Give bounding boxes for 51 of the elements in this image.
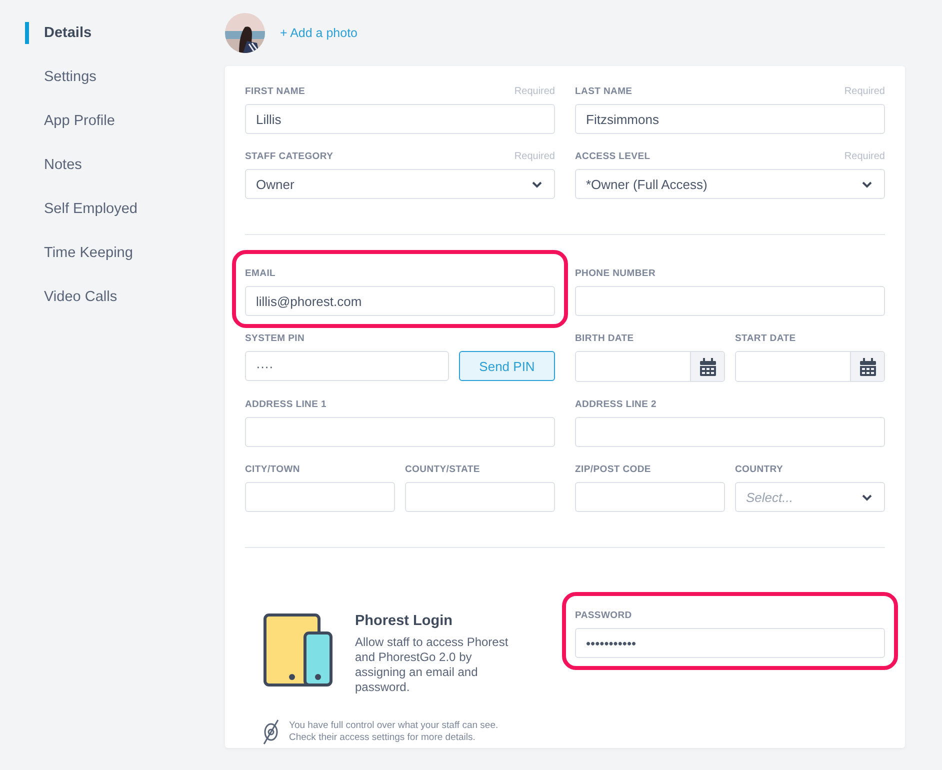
field-label: PHONE NUMBER — [575, 268, 656, 279]
calendar-icon — [858, 358, 876, 376]
input-field[interactable] — [245, 417, 555, 447]
field-label: ACCESS LEVEL — [575, 151, 650, 162]
field-label: START DATE — [735, 333, 796, 344]
login-title: Phorest Login — [355, 613, 454, 629]
input-field[interactable] — [575, 482, 725, 512]
field-label: EMAIL — [245, 268, 276, 279]
chevron-down-icon — [862, 494, 872, 500]
field-label: CITY/TOWN — [245, 464, 300, 475]
access-note: You have full control over what your staff can see. Check their access settings for more details. — [289, 720, 500, 744]
input-field[interactable]: ••••••••••• — [575, 628, 885, 658]
sidebar-item[interactable]: Self Employed — [25, 198, 225, 220]
required-note: Required — [844, 151, 885, 162]
input-field[interactable]: Fitzsimmons — [575, 104, 885, 134]
input-field[interactable] — [575, 286, 885, 316]
date-field[interactable] — [735, 351, 885, 382]
input-field[interactable] — [245, 482, 395, 512]
required-note: Required — [514, 151, 555, 162]
sidebar-item[interactable]: Video Calls — [25, 286, 225, 308]
dropdown[interactable]: *Owner (Full Access) — [575, 169, 885, 199]
sidebar-item[interactable]: App Profile — [25, 110, 225, 132]
field-label: ZIP/POST CODE — [575, 464, 651, 475]
field-label: BIRTH DATE — [575, 333, 634, 344]
dropdown[interactable]: Owner — [245, 169, 555, 199]
field-label: FIRST NAME — [245, 86, 306, 97]
field-label: COUNTRY — [735, 464, 784, 475]
pin-field[interactable]: ···· — [245, 351, 449, 381]
input-field[interactable]: lillis@phorest.com — [245, 286, 555, 316]
input-field[interactable] — [405, 482, 555, 512]
chevron-down-icon — [532, 180, 542, 188]
eye-slash-icon — [261, 719, 281, 745]
input-field[interactable]: Lillis — [245, 104, 555, 134]
field-label: ADDRESS LINE 1 — [245, 399, 326, 410]
input-field[interactable] — [575, 417, 885, 447]
add-photo-link[interactable]: + Add a photo — [280, 26, 358, 40]
chevron-down-icon — [862, 180, 872, 188]
field-label: SYSTEM PIN — [245, 333, 305, 344]
field-label: PASSWORD — [575, 610, 632, 621]
field-label: LAST NAME — [575, 86, 632, 97]
login-description: Allow staff to access Phorest and PhorestGo 2.0 by assigning an email and password. — [355, 635, 510, 695]
field-label: STAFF CATEGORY — [245, 151, 334, 162]
sidebar-item[interactable]: Time Keeping — [25, 242, 225, 264]
required-note: Required — [844, 86, 885, 97]
field-label: ADDRESS LINE 2 — [575, 399, 656, 410]
calendar-icon — [698, 358, 716, 376]
sidebar-item[interactable]: Settings — [25, 66, 225, 88]
date-field[interactable] — [575, 351, 725, 382]
sidebar-item[interactable]: Notes — [25, 154, 225, 176]
required-note: Required — [514, 86, 555, 97]
field-label: COUNTY/STATE — [405, 464, 480, 475]
